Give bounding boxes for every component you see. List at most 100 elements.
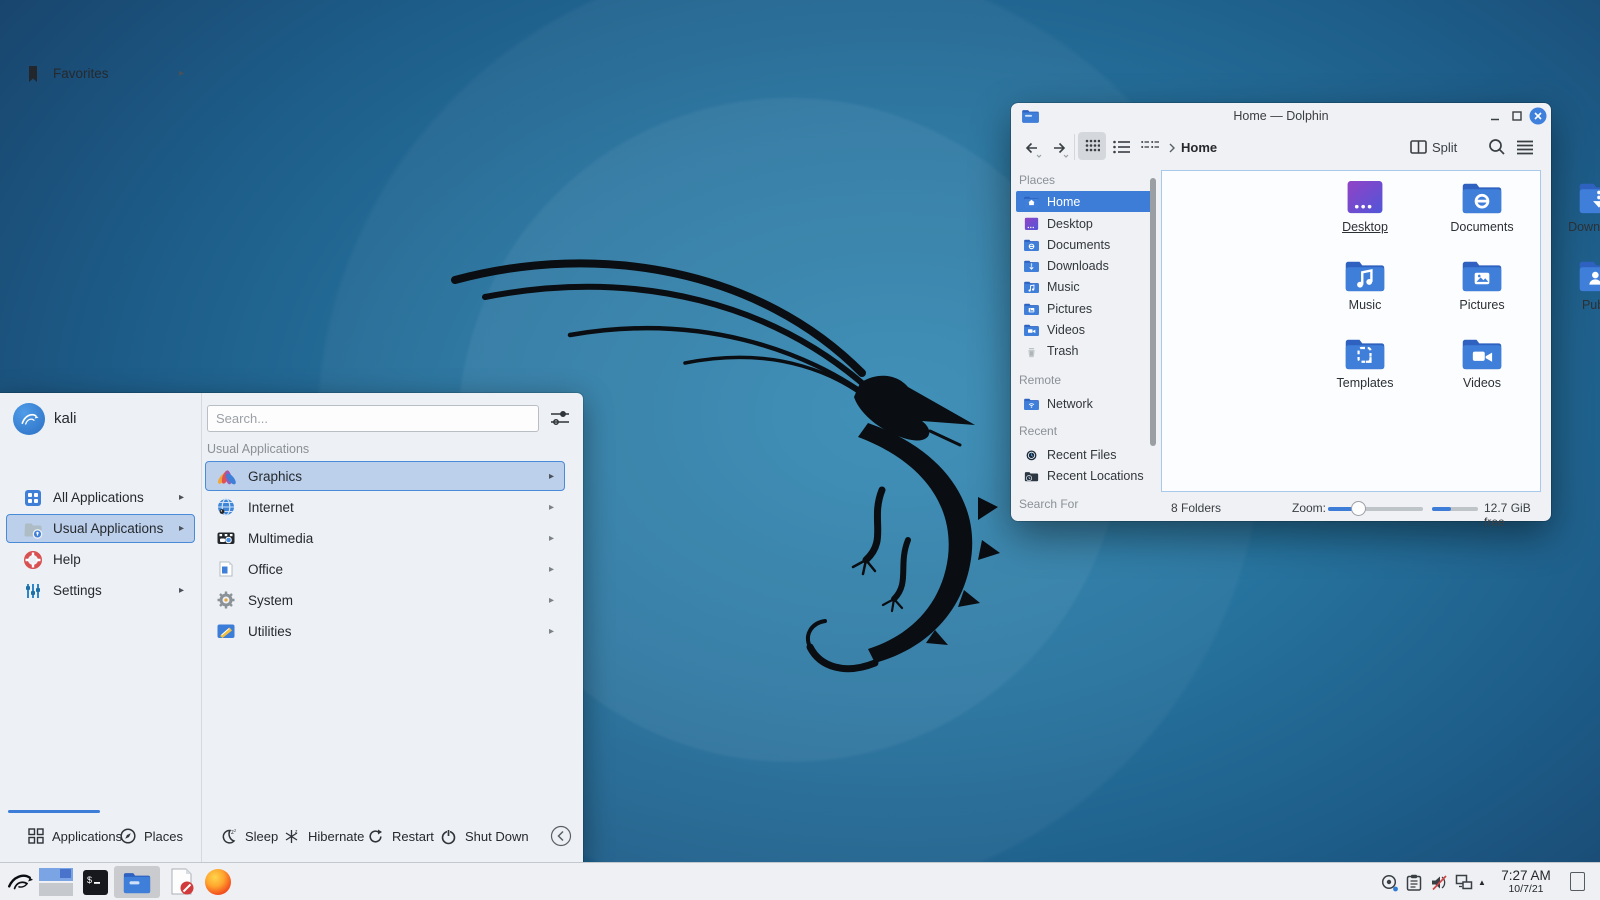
application-launcher-menu: kali Favorites▸ All Applications▸ Usual … bbox=[0, 393, 583, 862]
folder-music[interactable]: Music bbox=[1313, 257, 1417, 312]
breadcrumb-chevron-icon bbox=[1168, 142, 1176, 154]
tray-expand-arrow[interactable]: ▲ bbox=[1478, 878, 1486, 887]
firefox-icon bbox=[205, 869, 231, 895]
graphics-icon bbox=[216, 466, 236, 486]
footer-active-indicator bbox=[8, 810, 100, 813]
collapse-chevron-button[interactable] bbox=[550, 825, 572, 847]
taskbar: $ ▲ 7:27 AM 10/7/21 bbox=[0, 862, 1600, 900]
footer-tab-places[interactable]: Places bbox=[120, 824, 183, 848]
search-for-header: Search For bbox=[1019, 497, 1149, 511]
breadcrumb[interactable]: Home bbox=[1181, 140, 1217, 155]
sleep-button[interactable]: zz Sleep bbox=[220, 824, 278, 848]
place-network[interactable]: Network bbox=[1016, 393, 1156, 414]
place-videos[interactable]: Videos bbox=[1016, 319, 1156, 340]
category-internet[interactable]: Internet▸ bbox=[205, 492, 565, 522]
hibernate-button[interactable]: z Hibernate bbox=[283, 824, 364, 848]
place-music[interactable]: Music bbox=[1016, 276, 1156, 297]
folder-view[interactable]: Desktop Documents Downloads Music Pictur… bbox=[1161, 170, 1541, 492]
folder-downloads[interactable]: Downloads bbox=[1547, 179, 1600, 234]
app-launcher-button[interactable] bbox=[4, 866, 36, 898]
internet-globe-icon bbox=[216, 497, 236, 517]
menu-search-input[interactable] bbox=[207, 405, 539, 432]
svg-text:z: z bbox=[295, 829, 298, 835]
category-graphics[interactable]: Graphics▸ bbox=[205, 461, 565, 491]
restart-icon bbox=[367, 828, 384, 845]
dolphin-toolbar: Home Split bbox=[1011, 129, 1551, 167]
task-konsole[interactable]: $ bbox=[80, 866, 110, 898]
power-icon bbox=[440, 828, 457, 845]
pager-icon bbox=[39, 868, 73, 896]
place-recent-locations[interactable]: Recent Locations bbox=[1016, 465, 1156, 486]
folder-videos[interactable]: Videos bbox=[1430, 335, 1534, 390]
applications-grid-icon bbox=[28, 828, 44, 844]
footer-tab-applications[interactable]: Applications bbox=[28, 824, 122, 848]
help-icon bbox=[23, 550, 43, 570]
clipboard-tray-icon[interactable] bbox=[1406, 874, 1422, 891]
configure-icon[interactable] bbox=[549, 408, 571, 428]
dolphin-window: Home — Dolphin Home Split Places Home bbox=[1011, 103, 1551, 521]
folder-templates[interactable]: Templates bbox=[1313, 335, 1417, 390]
free-space-bar-fill bbox=[1432, 507, 1451, 511]
clock-time: 7:27 AM bbox=[1493, 869, 1559, 884]
task-text-editor[interactable] bbox=[166, 866, 198, 898]
icons-view-button[interactable] bbox=[1078, 132, 1106, 160]
shutdown-button[interactable]: Shut Down bbox=[440, 824, 529, 848]
category-utilities[interactable]: Utilities▸ bbox=[205, 616, 565, 646]
recent-header: Recent bbox=[1019, 424, 1149, 438]
place-home[interactable]: Home bbox=[1016, 191, 1156, 212]
text-editor-icon bbox=[169, 868, 195, 896]
network-tray-icon[interactable] bbox=[1455, 874, 1473, 891]
volume-muted-tray-icon[interactable] bbox=[1430, 874, 1448, 891]
dolphin-titlebar[interactable]: Home — Dolphin bbox=[1011, 103, 1551, 129]
compact-view-button[interactable] bbox=[1141, 140, 1159, 154]
places-scrollbar[interactable] bbox=[1150, 178, 1156, 446]
documents-folder-icon bbox=[1460, 179, 1504, 216]
utilities-icon bbox=[216, 621, 236, 641]
place-desktop[interactable]: Desktop bbox=[1016, 213, 1156, 234]
maximize-button[interactable] bbox=[1511, 110, 1523, 122]
show-desktop-button[interactable] bbox=[1570, 872, 1585, 891]
place-documents[interactable]: Documents bbox=[1016, 234, 1156, 255]
folder-pictures[interactable]: Pictures bbox=[1430, 257, 1534, 312]
category-office[interactable]: Office▸ bbox=[205, 554, 565, 584]
folder-documents[interactable]: Documents bbox=[1430, 179, 1534, 234]
free-space-label: 12.7 GiB free bbox=[1484, 501, 1547, 529]
sidebar-item-settings[interactable]: Settings▸ bbox=[6, 576, 195, 605]
task-dolphin[interactable] bbox=[114, 866, 160, 898]
details-view-button[interactable] bbox=[1113, 140, 1131, 154]
sidebar-item-help[interactable]: Help bbox=[6, 545, 195, 574]
folder-public[interactable]: Public bbox=[1547, 257, 1600, 312]
restart-button[interactable]: Restart bbox=[367, 824, 434, 848]
back-button[interactable] bbox=[1023, 138, 1043, 158]
downloads-folder-icon bbox=[1023, 259, 1040, 273]
place-recent-files[interactable]: Recent Files bbox=[1016, 444, 1156, 465]
place-pictures[interactable]: Pictures bbox=[1016, 298, 1156, 319]
sidebar-item-favorites[interactable]: Favorites▸ bbox=[6, 59, 195, 88]
search-icon[interactable] bbox=[1488, 138, 1506, 156]
virtual-desktop-pager[interactable] bbox=[38, 866, 74, 898]
digital-clock[interactable]: 7:27 AM 10/7/21 bbox=[1493, 869, 1559, 895]
zoom-slider-handle[interactable] bbox=[1351, 501, 1366, 516]
konsole-icon: $ bbox=[83, 870, 108, 895]
place-downloads[interactable]: Downloads bbox=[1016, 255, 1156, 276]
usual-applications-icon bbox=[23, 519, 43, 539]
sidebar-item-usual-applications[interactable]: Usual Applications▸ bbox=[6, 514, 195, 543]
desktop-icon bbox=[1023, 217, 1040, 231]
screen-capture-tray-icon[interactable] bbox=[1381, 874, 1400, 893]
places-header: Places bbox=[1019, 173, 1149, 187]
split-button[interactable]: Split bbox=[1432, 140, 1457, 155]
category-system[interactable]: System▸ bbox=[205, 585, 565, 615]
minimize-button[interactable] bbox=[1489, 110, 1501, 122]
folder-desktop[interactable]: Desktop bbox=[1313, 179, 1417, 234]
user-avatar[interactable] bbox=[13, 403, 45, 435]
category-multimedia[interactable]: Multimedia▸ bbox=[205, 523, 565, 553]
task-firefox[interactable] bbox=[202, 866, 234, 898]
place-trash[interactable]: Trash bbox=[1016, 340, 1156, 361]
videos-folder-icon bbox=[1023, 323, 1040, 337]
close-button[interactable] bbox=[1529, 107, 1547, 125]
pictures-folder-icon bbox=[1460, 257, 1504, 294]
sidebar-item-all-applications[interactable]: All Applications▸ bbox=[6, 483, 195, 512]
hamburger-menu-icon[interactable] bbox=[1516, 139, 1534, 155]
forward-button[interactable] bbox=[1050, 138, 1070, 158]
icons-view-icon bbox=[1085, 139, 1100, 152]
